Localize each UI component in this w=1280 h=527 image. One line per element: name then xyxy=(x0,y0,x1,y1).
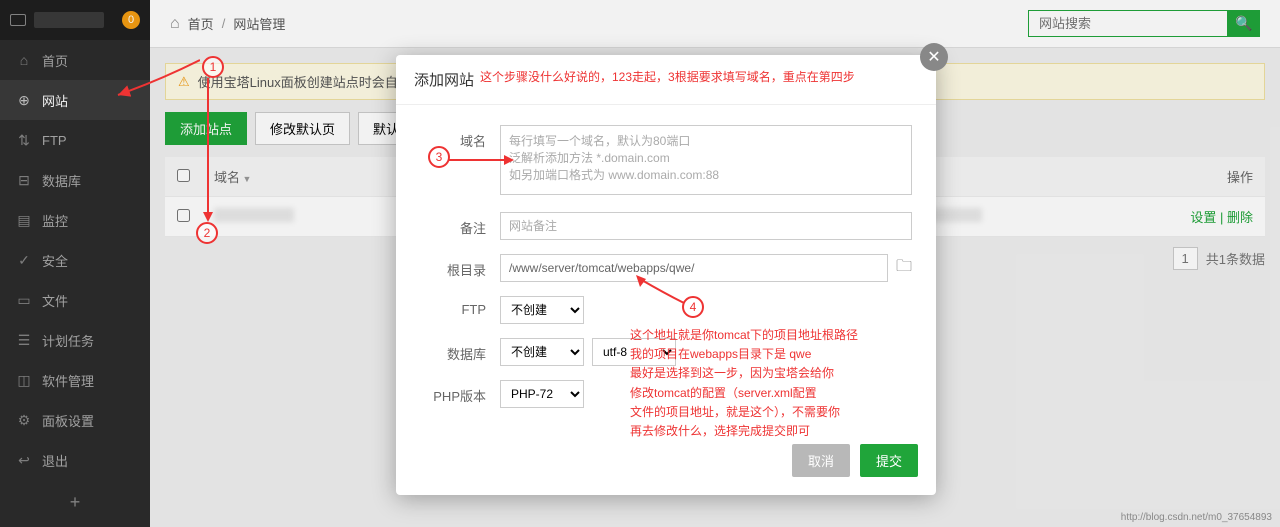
label-ftp: FTP xyxy=(420,296,500,317)
modal-title: 添加网站 xyxy=(396,55,936,105)
add-site-modal: ✕ 添加网站 域名 备注 根目录 🗀 FTP 不创建 xyxy=(396,55,936,495)
cancel-button[interactable]: 取消 xyxy=(792,444,850,477)
ftp-select[interactable]: 不创建 xyxy=(500,296,584,324)
php-select[interactable]: PHP-72 xyxy=(500,380,584,408)
submit-button[interactable]: 提交 xyxy=(860,444,918,477)
label-root: 根目录 xyxy=(420,254,500,279)
label-note: 备注 xyxy=(420,212,500,237)
charset-select[interactable]: utf-8 xyxy=(592,338,676,366)
label-php: PHP版本 xyxy=(420,380,500,405)
footer-source-url: http://blog.csdn.net/m0_37654893 xyxy=(1121,512,1272,523)
modal-close-button[interactable]: ✕ xyxy=(920,43,948,71)
root-path-input[interactable] xyxy=(500,254,888,282)
folder-icon: 🗀 xyxy=(896,258,912,275)
browse-folder-button[interactable]: 🗀 xyxy=(896,255,912,282)
domain-textarea[interactable] xyxy=(500,125,912,195)
label-db: 数据库 xyxy=(420,338,500,363)
db-select[interactable]: 不创建 xyxy=(500,338,584,366)
label-domain: 域名 xyxy=(420,125,500,150)
close-icon: ✕ xyxy=(927,47,940,67)
note-input[interactable] xyxy=(500,212,912,240)
